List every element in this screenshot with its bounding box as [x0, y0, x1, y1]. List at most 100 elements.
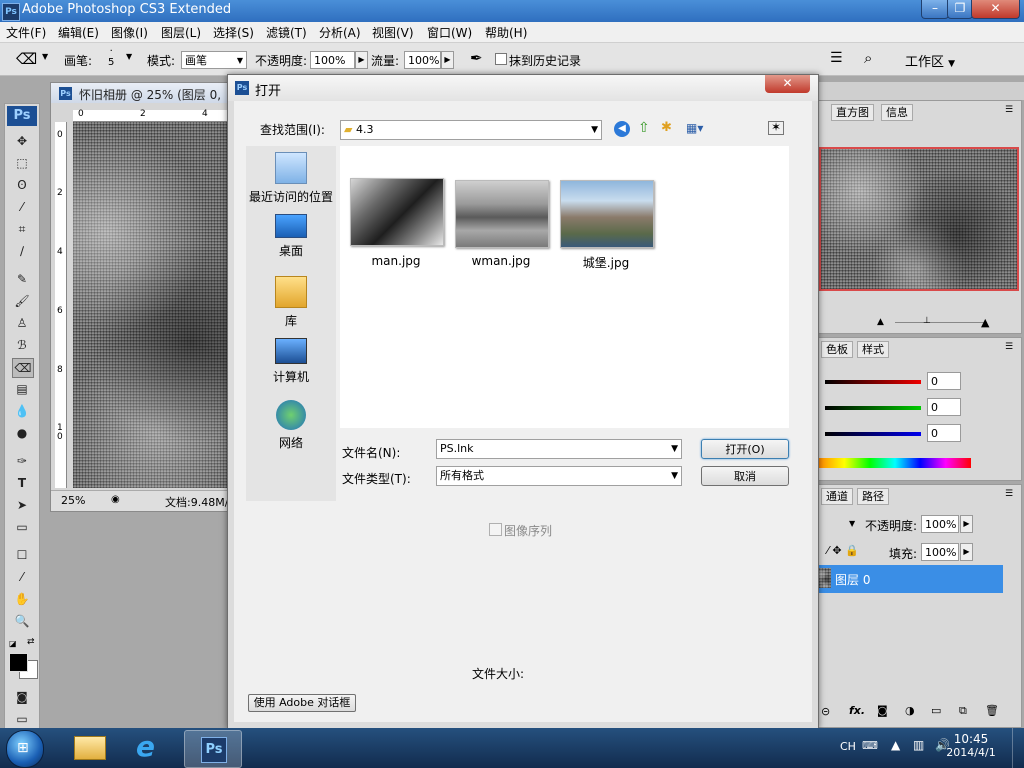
airbrush-icon[interactable]: ✒ [470, 49, 483, 67]
blue-value-input[interactable]: 0 [927, 424, 961, 442]
bridge-icon[interactable]: ⌕ [864, 49, 872, 67]
notes-tool-icon[interactable]: ☐ [12, 546, 32, 564]
gradient-tool-icon[interactable]: ▤ [12, 380, 32, 398]
taskbar-photoshop[interactable]: Ps [184, 730, 242, 768]
dialog-close-button[interactable]: ✕ [765, 75, 810, 93]
back-icon[interactable]: ◀ [614, 121, 630, 137]
document-title-bar[interactable]: Ps 怀旧相册 @ 25% (图层 0, [51, 83, 241, 103]
use-adobe-dialog-button[interactable]: 使用 Adobe 对话框 [248, 694, 356, 712]
color-spectrum-bar[interactable] [819, 458, 971, 468]
healing-brush-tool-icon[interactable]: ✎ [12, 270, 32, 288]
new-group-icon[interactable]: ▭ [931, 704, 941, 717]
link-layers-icon[interactable]: ⊝ [821, 705, 830, 718]
menu-window[interactable]: 窗口(W) [427, 24, 472, 41]
tool-preset-arrow-icon[interactable]: ▼ [42, 52, 48, 61]
tab-histogram[interactable]: 直方图 [831, 104, 874, 121]
blend-mode-chevron-icon[interactable]: ▼ [849, 519, 855, 528]
eraser-tool-icon[interactable]: ⌫ [12, 358, 34, 378]
default-colors-icon[interactable]: ◪ [9, 639, 17, 648]
type-tool-icon[interactable]: T [12, 474, 32, 492]
new-layer-icon[interactable]: ⧉ [959, 704, 967, 718]
dodge-tool-icon[interactable]: ● [12, 424, 32, 442]
red-slider[interactable] [825, 380, 921, 384]
clone-stamp-tool-icon[interactable]: ♙ [12, 314, 32, 332]
mode-select[interactable]: 画笔 ▼ [181, 51, 247, 69]
eyedropper-tool-icon[interactable]: ⁄ [12, 568, 32, 586]
keyboard-icon[interactable]: ⌨ [862, 739, 878, 752]
palette-well-icon[interactable]: ☰ [830, 50, 843, 66]
marquee-tool-icon[interactable]: ⬚ [12, 154, 32, 172]
lock-icons[interactable]: ⁄ ✥ 🔒 [827, 544, 859, 557]
show-hidden-icons-icon[interactable]: ▲ [891, 738, 900, 752]
tab-paths[interactable]: 路径 [857, 488, 889, 505]
look-in-select[interactable]: ▰ 4.3 ▼ [340, 120, 602, 140]
menu-image[interactable]: 图像(I) [111, 24, 148, 41]
menu-view[interactable]: 视图(V) [372, 24, 414, 41]
eraser-tool-icon[interactable]: ⌫ [16, 50, 37, 68]
menu-help[interactable]: 帮助(H) [485, 24, 527, 41]
place-computer[interactable]: 计算机 [246, 338, 336, 385]
green-value-input[interactable]: 0 [927, 398, 961, 416]
tab-info[interactable]: 信息 [881, 104, 913, 121]
place-recent[interactable]: 最近访问的位置 [246, 152, 336, 205]
panel-menu-icon[interactable]: ☰ [1005, 342, 1013, 352]
blur-tool-icon[interactable]: 💧 [12, 402, 32, 420]
green-slider[interactable] [825, 406, 921, 410]
file-name-castle[interactable]: 城堡.jpg [556, 254, 656, 271]
layer-mask-icon[interactable]: ◙ [877, 704, 888, 717]
layer-style-icon[interactable]: fx. [849, 704, 865, 717]
tab-swatches[interactable]: 色板 [821, 341, 853, 358]
flow-arrow-icon[interactable]: ▶ [441, 51, 454, 69]
canvas-image[interactable] [73, 122, 241, 488]
place-network[interactable]: 网络 [246, 400, 336, 451]
file-list[interactable]: man.jpg wman.jpg 城堡.jpg [340, 146, 789, 428]
zoom-slider-thumb[interactable]: ⊥ [923, 316, 931, 326]
show-desktop-button[interactable] [1012, 728, 1024, 768]
foreground-color-swatch[interactable] [9, 653, 28, 672]
screen-mode-icon[interactable]: ▭ [12, 710, 32, 728]
path-selection-tool-icon[interactable]: ➤ [12, 496, 32, 514]
taskbar-ie[interactable]: e [124, 730, 178, 766]
filetype-select[interactable]: 所有格式 ▼ [436, 466, 682, 486]
brush-size-picker[interactable]: · 5 [108, 46, 114, 68]
place-desktop[interactable]: 桌面 [246, 214, 336, 259]
network-tray-icon[interactable]: ▥ [913, 738, 924, 752]
magic-wand-tool-icon[interactable]: ⁄ [12, 198, 32, 216]
lasso-tool-icon[interactable]: ʘ [12, 176, 32, 194]
clock[interactable]: 10:45 2014/4/1 [946, 732, 996, 759]
navigator-preview[interactable] [819, 147, 1019, 291]
file-thumbnail-wman[interactable] [455, 180, 549, 248]
menu-layer[interactable]: 图层(L) [161, 24, 201, 41]
zoom-in-icon[interactable]: ▲ [981, 316, 989, 329]
filename-input[interactable]: PS.lnk ▼ [436, 439, 682, 459]
workspace-menu[interactable]: 工作区 ▼ [905, 51, 955, 70]
menu-select[interactable]: 选择(S) [213, 24, 254, 41]
brush-arrow-icon[interactable]: ▼ [126, 52, 132, 61]
shape-tool-icon[interactable]: ▭ [12, 518, 32, 536]
delete-layer-icon[interactable]: 🗑 [985, 704, 999, 717]
start-button[interactable]: ⊞ [6, 730, 44, 768]
cancel-button[interactable]: 取消 [701, 466, 789, 486]
zoom-level[interactable]: 25% [61, 494, 85, 507]
tab-styles[interactable]: 样式 [857, 341, 889, 358]
opacity-arrow-icon[interactable]: ▶ [355, 51, 368, 69]
panel-menu-icon[interactable]: ☰ [1005, 489, 1013, 499]
zoom-tool-icon[interactable]: 🔍 [12, 612, 32, 630]
pen-tool-icon[interactable]: ✑ [12, 452, 32, 470]
fill-arrow-icon[interactable]: ▶ [960, 543, 973, 561]
menu-filter[interactable]: 滤镜(T) [266, 24, 307, 41]
favorite-folder-icon[interactable]: ✶ [768, 121, 784, 135]
brush-tool-icon[interactable]: 🖌 [12, 292, 32, 310]
erase-history-checkbox[interactable] [495, 53, 507, 65]
flow-input[interactable]: 100% [404, 51, 441, 69]
blue-slider[interactable] [825, 432, 921, 436]
layers-opacity-input[interactable]: 100% [921, 515, 959, 533]
red-value-input[interactable]: 0 [927, 372, 961, 390]
status-menu-icon[interactable]: ◉ [111, 494, 120, 505]
layers-opacity-arrow-icon[interactable]: ▶ [960, 515, 973, 533]
opacity-input[interactable]: 100% [310, 51, 355, 69]
taskbar-explorer[interactable] [62, 730, 116, 766]
crop-tool-icon[interactable]: ⌗ [12, 220, 32, 238]
adjustment-layer-icon[interactable]: ◑ [905, 704, 915, 717]
file-thumbnail-castle[interactable] [560, 180, 654, 248]
